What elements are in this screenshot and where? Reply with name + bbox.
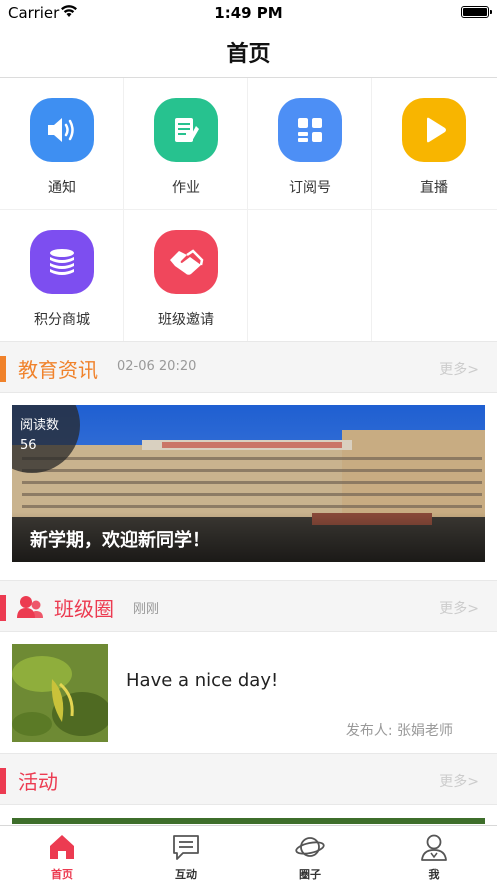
grid-item-class-invite[interactable]: 班级邀请 — [124, 210, 248, 342]
grid-item-notice[interactable]: 通知 — [0, 78, 124, 210]
news-section-header: 教育资讯 02-06 20:20 更多> — [0, 341, 497, 393]
grid-item-homework[interactable]: 作业 — [124, 78, 248, 210]
section-time: 刚刚 — [133, 602, 160, 617]
read-count-label: 阅读数 — [20, 418, 60, 433]
section-title: 活动 — [18, 770, 58, 794]
feature-grid: 通知 作业 订阅号 直播 积分商城 班级邀请 — [0, 78, 497, 342]
profile-icon — [421, 834, 447, 861]
tab-me[interactable]: 我 — [372, 826, 496, 883]
home-icon — [50, 835, 74, 859]
activity-image[interactable] — [12, 818, 485, 824]
activity-more-link[interactable]: 更多> — [439, 771, 479, 791]
post-author: 发布人: 张娟老师 — [345, 723, 453, 739]
tab-home[interactable]: 首页 — [0, 826, 124, 883]
tab-bar: 首页 互动 圈子 我 — [0, 825, 497, 883]
grid-item-label: 直播 — [420, 180, 448, 196]
grid-item-label: 班级邀请 — [158, 312, 214, 328]
section-time: 02-06 20:20 — [117, 359, 197, 374]
grid-item-live[interactable]: 直播 — [372, 78, 497, 210]
grid-item-label: 作业 — [172, 180, 200, 196]
battery-icon — [461, 6, 492, 18]
news-more-link[interactable]: 更多> — [439, 359, 479, 379]
grid-item-points-mall[interactable]: 积分商城 — [0, 210, 124, 342]
tab-label: 首页 — [51, 868, 73, 881]
coins-icon — [30, 230, 94, 294]
grid-item-subscription[interactable]: 订阅号 — [248, 78, 372, 210]
chat-icon — [173, 835, 199, 860]
clock: 1:49 PM — [214, 4, 283, 22]
grid-item-label: 积分商城 — [34, 312, 90, 328]
people-icon — [17, 596, 43, 618]
section-accent-bar — [0, 356, 6, 382]
status-bar: Carrier 1:49 PM — [0, 0, 497, 26]
section-title: 班级圈 — [54, 597, 114, 621]
post-thumbnail — [12, 644, 108, 742]
homework-icon — [154, 98, 218, 162]
grid-item-label: 订阅号 — [289, 180, 331, 196]
tab-interact[interactable]: 互动 — [124, 826, 248, 883]
planet-icon — [295, 837, 325, 857]
speaker-icon — [30, 98, 94, 162]
grid-icon — [278, 98, 342, 162]
app-root: Carrier 1:49 PM 首页 通知 作业 订阅号 直播 积分商城 班级邀… — [0, 0, 497, 883]
section-title: 教育资讯 — [18, 358, 98, 382]
play-icon — [402, 98, 466, 162]
grid-empty-cell — [248, 210, 372, 342]
page-title: 首页 — [226, 42, 271, 67]
section-accent-bar — [0, 768, 6, 794]
handshake-icon — [154, 230, 218, 294]
news-caption: 新学期，欢迎新同学！ — [30, 530, 210, 551]
class-circle-post[interactable]: Have a nice day! 发布人: 张娟老师 — [0, 632, 497, 754]
grid-item-label: 通知 — [48, 180, 76, 196]
news-caption-overlay: 新学期，欢迎新同学！ — [12, 512, 485, 562]
tab-label: 我 — [428, 868, 440, 881]
activity-section-header: 活动 更多> — [0, 753, 497, 805]
tab-label: 圈子 — [299, 868, 321, 881]
grid-empty-cell — [372, 210, 497, 342]
news-card[interactable]: 阅读数 56 新学期，欢迎新同学！ — [12, 405, 485, 562]
tab-label: 互动 — [175, 868, 197, 881]
read-count-value: 56 — [20, 438, 37, 453]
section-accent-bar — [0, 595, 6, 621]
class-circle-section-header: 班级圈 刚刚 更多> — [0, 580, 497, 632]
navigation-bar: 首页 — [0, 26, 497, 78]
class-circle-more-link[interactable]: 更多> — [439, 598, 479, 618]
tab-circle[interactable]: 圈子 — [248, 826, 372, 883]
post-text: Have a nice day! — [126, 670, 279, 691]
